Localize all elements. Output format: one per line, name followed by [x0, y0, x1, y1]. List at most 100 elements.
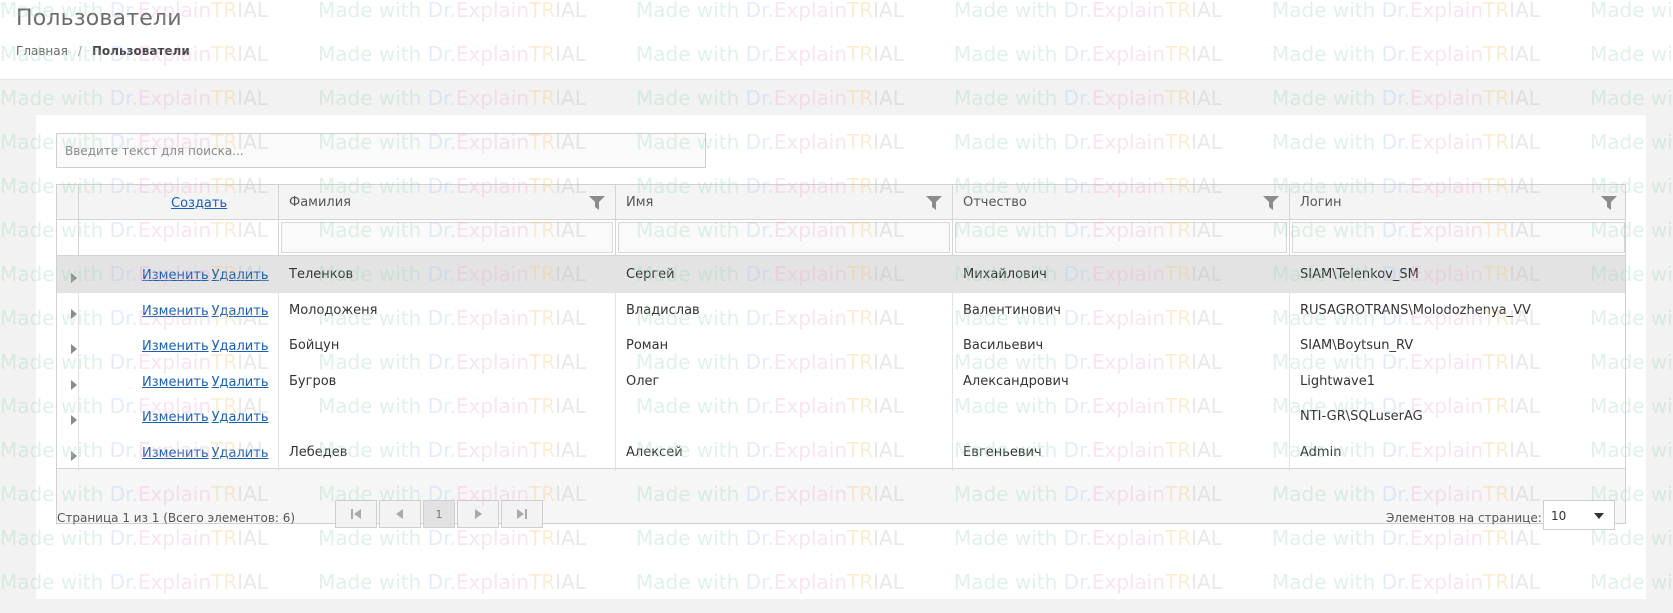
- watermark-part: Dr.: [109, 86, 138, 110]
- watermark-part: TR: [1165, 86, 1192, 110]
- table-row[interactable]: Изменить Удалить Бойцун Роман Васильевич SIAM…: [57, 327, 1625, 364]
- cell-text: Евгеньевич: [963, 444, 1042, 460]
- expand-cell: [57, 433, 79, 471]
- edit-button[interactable]: Изменить: [142, 339, 209, 354]
- delete-button[interactable]: Удалить: [212, 375, 269, 390]
- prev-page-button[interactable]: [379, 500, 421, 528]
- watermark-part: Made with: [1590, 86, 1673, 110]
- filter-icon[interactable]: [589, 196, 605, 210]
- row-actions: Изменить Удалить: [142, 375, 272, 390]
- cell-firstname: Роман: [616, 327, 953, 364]
- filter-input-login[interactable]: [1292, 222, 1625, 253]
- watermark-part: Explain: [773, 86, 848, 110]
- cell-middlename: Александрович: [953, 362, 1290, 400]
- cell-middlename: Евгеньевич: [953, 433, 1290, 471]
- watermark-part: Dr.: [427, 86, 456, 110]
- cell-login: Lightwave1: [1290, 363, 1627, 400]
- watermark-part: TR: [847, 86, 874, 110]
- expand-arrow-icon[interactable]: [71, 308, 77, 319]
- cell-middlename: [953, 398, 1290, 435]
- breadcrumb-home-link[interactable]: Главная: [16, 44, 68, 58]
- cell-text: Васильевич: [963, 338, 1044, 353]
- command-cell: Изменить Удалить: [79, 362, 279, 400]
- filter-icon[interactable]: [926, 196, 942, 210]
- filter-icon[interactable]: [1263, 196, 1279, 210]
- cell-lastname: Молодоженя: [279, 291, 616, 329]
- table-row[interactable]: Изменить Удалить Молодоженя Владислав Валент…: [57, 291, 1625, 329]
- watermark-part: TR: [1483, 86, 1510, 110]
- page-number-button[interactable]: 1: [423, 500, 455, 528]
- column-header-label: Имя: [626, 195, 654, 210]
- cell-lastname: Бойцун: [279, 327, 616, 364]
- filter-cell-middlename: [953, 220, 1290, 255]
- cell-text: Молодоженя: [289, 302, 378, 318]
- dropdown-arrow-icon: [1594, 513, 1604, 519]
- edit-button[interactable]: Изменить: [142, 410, 209, 425]
- watermark-part: Explain: [455, 86, 530, 110]
- watermark-part: Made with: [0, 86, 110, 110]
- expand-arrow-icon[interactable]: [71, 344, 77, 354]
- watermark-part: Made with: [1272, 86, 1382, 110]
- filter-icon[interactable]: [1601, 196, 1617, 210]
- next-page-button[interactable]: [457, 500, 499, 528]
- watermark-text: Made with Dr.ExplainTRIAL: [636, 86, 954, 110]
- edit-button[interactable]: Изменить: [142, 304, 209, 319]
- column-header-label: Фамилия: [289, 195, 351, 210]
- create-button[interactable]: Создать: [171, 196, 227, 211]
- edit-button[interactable]: Изменить: [142, 268, 209, 283]
- cell-text: Владислав: [626, 302, 700, 318]
- cell-text: Александрович: [963, 373, 1069, 389]
- delete-button[interactable]: Удалить: [212, 268, 269, 283]
- breadcrumb-current: Пользователи: [91, 44, 190, 58]
- delete-button[interactable]: Удалить: [212, 410, 269, 425]
- filter-input-firstname[interactable]: [618, 222, 950, 253]
- table-row[interactable]: Изменить Удалить NTI-GR\SQLuserAG: [57, 398, 1625, 435]
- last-page-icon: [517, 509, 527, 519]
- delete-button[interactable]: Удалить: [212, 339, 269, 354]
- column-header-firstname[interactable]: Имя: [616, 185, 953, 219]
- table-row[interactable]: Изменить Удалить Бугров Олег Александрович Li…: [57, 362, 1627, 400]
- watermark-part: Dr.: [1381, 86, 1410, 110]
- delete-button[interactable]: Удалить: [212, 304, 269, 319]
- filter-input-lastname[interactable]: [281, 222, 613, 253]
- cell-login: NTI-GR\SQLuserAG: [1290, 398, 1627, 435]
- expand-arrow-icon[interactable]: [71, 379, 77, 390]
- page-size-select[interactable]: 10: [1543, 500, 1615, 530]
- cell-lastname: Бугров: [279, 362, 616, 400]
- column-header-login[interactable]: Логин: [1290, 185, 1627, 219]
- expand-arrow-icon[interactable]: [71, 415, 77, 425]
- expand-arrow-icon[interactable]: [71, 273, 77, 283]
- table-row[interactable]: Изменить Удалить Теленков Сергей Михайлович S…: [57, 256, 1625, 293]
- watermark-part: IAL: [555, 86, 586, 110]
- first-page-button[interactable]: [335, 500, 377, 528]
- expand-arrow-icon[interactable]: [71, 450, 77, 461]
- watermark-part: Made with: [318, 86, 428, 110]
- page-title: Пользователи: [16, 6, 182, 31]
- edit-button[interactable]: Изменить: [142, 375, 209, 390]
- pager-buttons: 1: [335, 500, 543, 528]
- cell-text: Олег: [626, 373, 660, 389]
- edit-button[interactable]: Изменить: [142, 446, 209, 461]
- filter-input-middlename[interactable]: [955, 222, 1287, 253]
- grid-header-row: Создать Фамилия Имя Отчество Логин: [57, 185, 1625, 220]
- watermark-part: IAL: [237, 86, 268, 110]
- cell-middlename: Васильевич: [953, 327, 1290, 364]
- last-page-button[interactable]: [501, 500, 543, 528]
- next-page-icon: [475, 509, 482, 519]
- cell-text: NTI-GR\SQLuserAG: [1300, 409, 1423, 424]
- column-header-lastname[interactable]: Фамилия: [279, 185, 616, 219]
- cell-login: SIAM\Telenkov_SM: [1290, 256, 1627, 293]
- cell-text: SIAM\Telenkov_SM: [1300, 267, 1419, 282]
- watermark-text: Made with Dr.ExplainTRIAL: [318, 86, 636, 110]
- pager-info: Страница 1 из 1 (Всего элементов: 6): [57, 511, 296, 525]
- delete-button[interactable]: Удалить: [212, 446, 269, 461]
- cell-middlename: Валентинович: [953, 291, 1290, 329]
- column-header-middlename[interactable]: Отчество: [953, 185, 1290, 219]
- search-input[interactable]: [56, 133, 706, 168]
- cell-lastname: Теленков: [279, 256, 616, 293]
- watermark-part: TR: [211, 86, 238, 110]
- table-row[interactable]: Изменить Удалить Лебедев Алексей Евгеньевич A…: [57, 433, 1625, 471]
- cell-text: Алексей: [626, 444, 683, 460]
- cell-login: SIAM\Boytsun_RV: [1290, 327, 1627, 364]
- page-header: Пользователи Главная / Пользователи: [0, 0, 1673, 80]
